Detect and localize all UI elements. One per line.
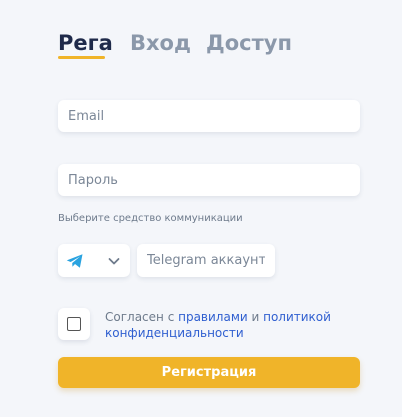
agree-and: и xyxy=(247,310,264,324)
tab-register[interactable]: Рега xyxy=(58,30,113,56)
agree-checkbox[interactable] xyxy=(58,308,90,340)
active-tab-indicator xyxy=(58,56,105,59)
chevron-down-icon xyxy=(108,258,120,265)
password-field-wrapper xyxy=(58,164,360,196)
agreement-text: Согласен с правилами и политикой конфиде… xyxy=(105,309,345,341)
communication-channel-select[interactable] xyxy=(58,244,130,277)
rules-link[interactable]: правилами xyxy=(178,310,248,324)
telegram-field-wrapper xyxy=(137,244,275,277)
checkbox-box xyxy=(67,317,81,331)
tab-access[interactable]: Доступ xyxy=(206,30,292,56)
communication-hint: Выберите средство коммуникации xyxy=(58,213,243,224)
email-field[interactable] xyxy=(58,100,360,132)
register-button[interactable]: Регистрация xyxy=(58,357,360,388)
telegram-icon xyxy=(66,254,83,268)
agree-prefix: Согласен с xyxy=(105,310,179,324)
password-field[interactable] xyxy=(58,164,360,196)
tab-login[interactable]: Вход xyxy=(130,30,191,56)
telegram-account-field[interactable] xyxy=(137,244,275,277)
email-field-wrapper xyxy=(58,100,360,132)
